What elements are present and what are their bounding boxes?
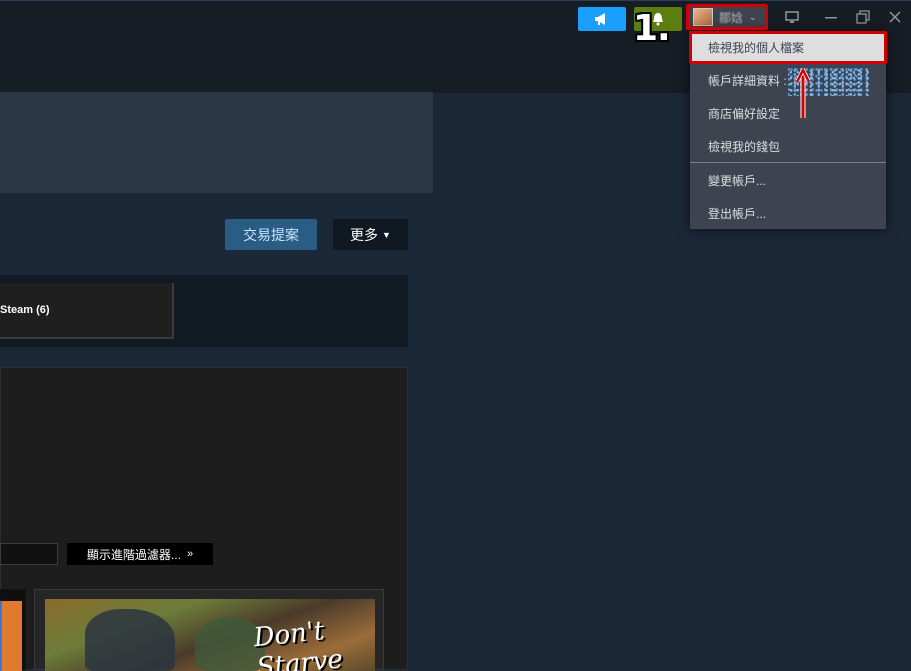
- account-menu-button[interactable]: 鄒娢 ⌄: [688, 6, 766, 28]
- restore-icon[interactable]: [852, 8, 874, 26]
- menu-item-view-wallet[interactable]: 檢視我的錢包: [690, 130, 886, 162]
- double-chevron-down-icon: »: [186, 548, 194, 560]
- profile-header-panel: [0, 92, 433, 193]
- more-button[interactable]: 更多 ▼: [333, 219, 408, 250]
- announcements-button[interactable]: [578, 7, 626, 31]
- monitor-icon[interactable]: [781, 8, 803, 26]
- inventory-search-input[interactable]: [0, 543, 58, 565]
- menu-item-view-profile[interactable]: 檢視我的個人檔案: [690, 31, 886, 63]
- account-name: 鄒娢: [719, 10, 744, 25]
- minimize-icon[interactable]: [820, 8, 842, 26]
- account-dropdown-menu: 檢視我的個人檔案 帳戶詳細資料 : 商店偏好設定 檢視我的錢包 變更帳戶... …: [690, 31, 886, 229]
- menu-item-change-account[interactable]: 變更帳戶...: [690, 164, 886, 196]
- menu-item-sign-out[interactable]: 登出帳戶...: [690, 197, 886, 229]
- advanced-filters-button[interactable]: 顯示進階過濾器... »: [67, 543, 213, 565]
- megaphone-icon: [595, 13, 605, 25]
- item-thumbnail: [0, 601, 22, 671]
- chevron-down-icon: ⌄: [749, 11, 757, 22]
- trade-offer-button[interactable]: 交易提案: [225, 219, 317, 250]
- menu-divider: [690, 162, 886, 163]
- item-artwork: Don't Starve: [45, 599, 375, 671]
- step-number-label: 1.: [633, 8, 671, 49]
- avatar: [693, 8, 713, 26]
- caret-down-icon: ▼: [382, 229, 391, 240]
- close-icon[interactable]: [884, 8, 906, 26]
- inventory-item-card[interactable]: [0, 589, 26, 671]
- arrow-up-icon: [796, 68, 810, 118]
- menu-item-store-preferences[interactable]: 商店偏好設定: [690, 97, 886, 129]
- game-logo-text: Don't Starve: [252, 616, 345, 671]
- inventory-item-card[interactable]: Don't Starve: [34, 589, 384, 671]
- tab-steam-inventory[interactable]: Steam (6): [0, 283, 174, 339]
- artwork-creature: [85, 609, 175, 671]
